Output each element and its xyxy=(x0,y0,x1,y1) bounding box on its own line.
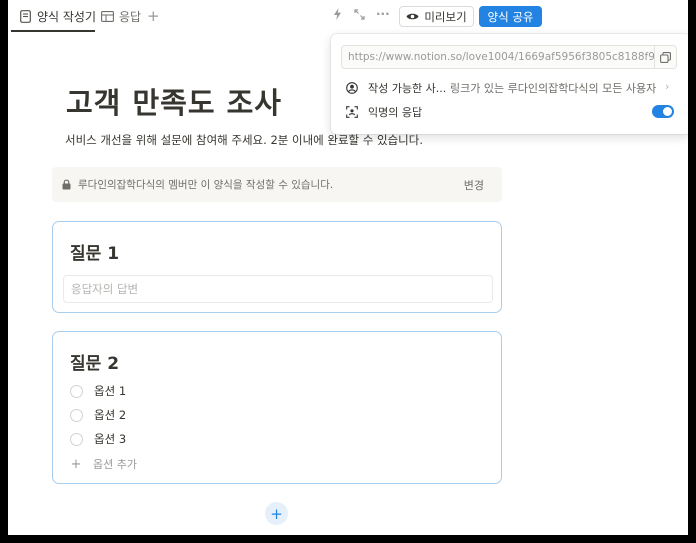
tab-label: 양식 작성기 xyxy=(37,9,97,24)
tab-responses[interactable]: 응답 xyxy=(100,5,141,27)
tab-form-builder[interactable]: 양식 작성기 xyxy=(14,5,98,27)
radio-icon[interactable] xyxy=(70,432,83,446)
option-item[interactable]: 옵션 3 xyxy=(70,431,126,447)
add-option-button[interactable]: + 옵션 추가 xyxy=(70,456,137,472)
lightning-icon[interactable] xyxy=(333,7,342,25)
chevron-right-icon[interactable]: › xyxy=(665,80,669,93)
page-title[interactable]: 고객 만족도 조사 xyxy=(66,80,282,122)
answer-input[interactable]: 응답자의 답변 xyxy=(63,275,493,303)
radio-icon[interactable] xyxy=(70,384,83,398)
share-url: https://www.notion.so/love1004/1669af595… xyxy=(348,51,677,63)
question-title[interactable]: 질문 2 xyxy=(70,349,119,374)
anonymous-label: 익명의 응답 xyxy=(368,106,423,119)
toggle-knob xyxy=(663,107,672,116)
option-label: 옵션 3 xyxy=(94,432,127,446)
option-item[interactable]: 옵션 2 xyxy=(70,407,126,423)
form-description[interactable]: 서비스 개선을 위해 설문에 참여해 주세요. 2분 이내에 완료할 수 있습니… xyxy=(65,132,423,148)
preview-button[interactable]: 미리보기 xyxy=(399,6,474,27)
form-builder-window: 양식 작성기 응답 + ··· 미리보기 양식 공유 고객 만족도 조사 서비스… xyxy=(8,0,688,535)
top-bar: 양식 작성기 응답 + ··· 미리보기 양식 공유 xyxy=(8,0,688,32)
question-title[interactable]: 질문 1 xyxy=(70,239,119,264)
anonymous-toggle[interactable] xyxy=(652,105,674,118)
option-label: 옵션 1 xyxy=(94,384,127,398)
share-url-field[interactable]: https://www.notion.so/love1004/1669af595… xyxy=(341,45,677,69)
option-label: 옵션 2 xyxy=(94,408,127,422)
option-item[interactable]: 옵션 1 xyxy=(70,383,126,399)
tab-label: 응답 xyxy=(119,9,142,24)
share-form-button[interactable]: 양식 공유 xyxy=(479,6,542,27)
plus-icon: + xyxy=(70,456,82,472)
who-can-fill-row[interactable]: 작성 가능한 사... xyxy=(346,80,446,96)
user-circle-icon xyxy=(346,82,358,94)
anonymous-icon xyxy=(346,106,358,118)
access-notice: 루다인의잡학다식의 멤버만 이 양식을 작성할 수 있습니다. 변경 xyxy=(52,167,502,202)
eye-icon xyxy=(406,12,419,21)
add-question-button[interactable]: + xyxy=(265,502,288,525)
radio-icon[interactable] xyxy=(70,408,83,422)
add-option-label: 옵션 추가 xyxy=(93,458,137,471)
share-popover: https://www.notion.so/love1004/1669af595… xyxy=(331,34,688,134)
anonymous-responses-row: 익명의 응답 xyxy=(346,104,422,120)
preview-label: 미리보기 xyxy=(424,9,467,24)
active-tab-indicator xyxy=(11,30,95,32)
lock-icon xyxy=(62,179,74,190)
more-icon[interactable]: ··· xyxy=(376,5,390,23)
copy-icon[interactable] xyxy=(654,46,676,68)
access-notice-text: 루다인의잡학다식의 멤버만 이 양식을 작성할 수 있습니다. xyxy=(78,179,334,191)
change-access-button[interactable]: 변경 xyxy=(464,177,484,193)
add-tab-button[interactable]: + xyxy=(147,5,160,27)
table-icon xyxy=(100,9,114,23)
form-icon xyxy=(18,9,32,23)
who-can-fill-value[interactable]: 링크가 있는 루다인의잡학다식의 모든 사용자 xyxy=(450,80,656,96)
who-can-fill-label: 작성 가능한 사... xyxy=(368,82,447,95)
expand-icon[interactable] xyxy=(354,7,365,25)
question-card-1[interactable]: 질문 1 응답자의 답변 xyxy=(52,221,502,313)
question-card-2[interactable]: 질문 2 옵션 1 옵션 2 옵션 3 + 옵션 추가 xyxy=(52,331,502,484)
